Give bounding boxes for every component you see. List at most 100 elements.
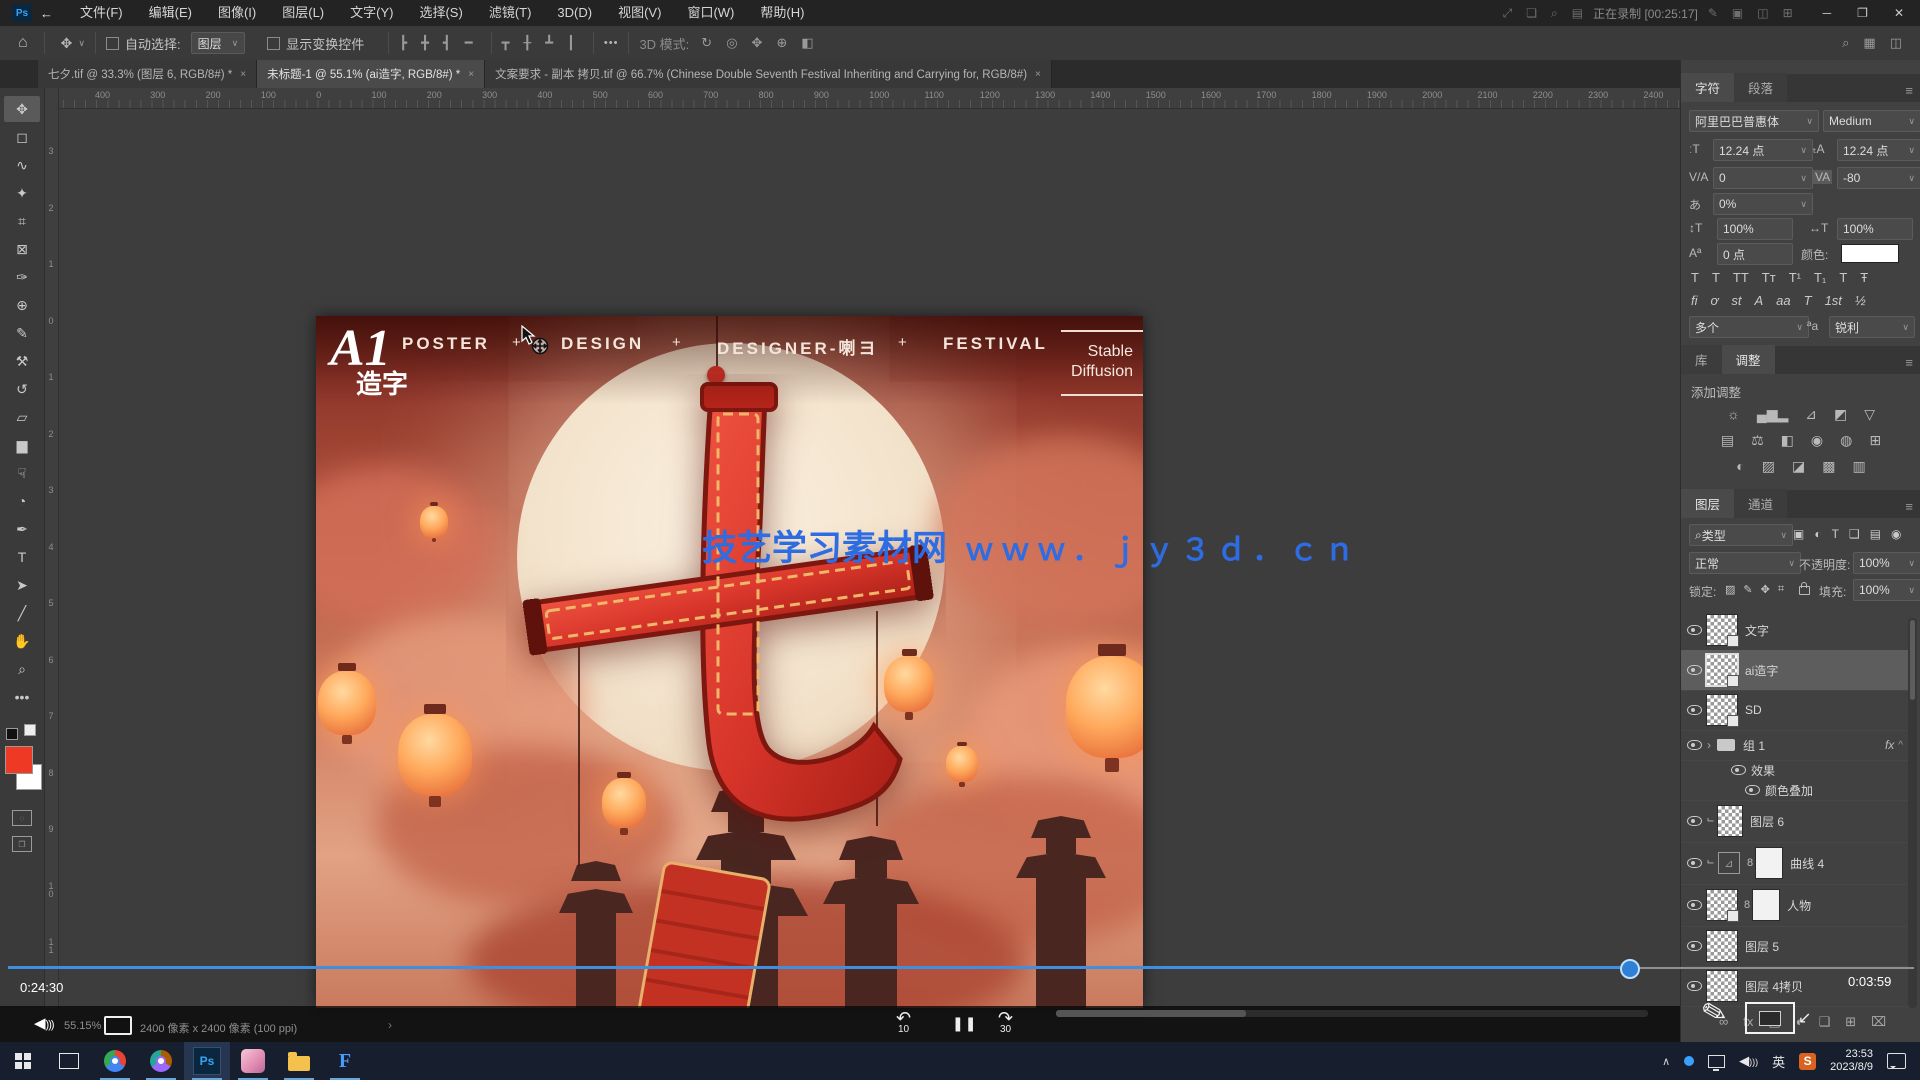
layer-row-effects[interactable]: 效果 bbox=[1681, 760, 1909, 780]
tool-healing-brush[interactable]: ⊕ bbox=[4, 292, 40, 318]
adjustment-icon[interactable]: ⊿ bbox=[1805, 406, 1817, 423]
leading-field[interactable]: 12.24 点∨ bbox=[1837, 139, 1920, 161]
tray-bluetooth-icon[interactable] bbox=[1684, 1056, 1694, 1066]
tab-libraries[interactable]: 库 bbox=[1681, 345, 1722, 374]
video-progress-remaining[interactable] bbox=[1636, 967, 1914, 969]
adjustment-icon[interactable]: ▩ bbox=[1822, 458, 1835, 475]
tool-path-select[interactable]: ➤ bbox=[4, 572, 40, 598]
adjustment-icon[interactable]: ▽ bbox=[1864, 406, 1875, 423]
menu-layer[interactable]: 图层(L) bbox=[269, 0, 337, 26]
menu-3d[interactable]: 3D(D) bbox=[544, 0, 605, 26]
opentype-button[interactable]: 1st bbox=[1825, 293, 1842, 308]
layer-filter-icon[interactable]: ❑ bbox=[1849, 527, 1860, 541]
menu-window[interactable]: 窗口(W) bbox=[674, 0, 747, 26]
tool-eyedropper[interactable]: ✑ bbox=[4, 264, 40, 290]
auto-select-checkbox[interactable] bbox=[106, 37, 119, 50]
align-icon[interactable]: ━ bbox=[465, 35, 473, 51]
layer-thumbnail[interactable] bbox=[1707, 931, 1737, 961]
baseline-shift-field[interactable]: 0 点 bbox=[1717, 243, 1793, 265]
taskbar-browser-icon[interactable] bbox=[138, 1042, 184, 1080]
pause-button[interactable]: ❚❚ bbox=[952, 1015, 977, 1032]
lock-icon[interactable]: ✎ bbox=[1743, 583, 1752, 596]
network-icon[interactable] bbox=[1708, 1055, 1725, 1068]
move-tool-caret[interactable]: ∨ bbox=[78, 38, 85, 49]
distribute-icon[interactable]: ┻ bbox=[545, 35, 553, 51]
tab-close-icon[interactable]: × bbox=[1035, 69, 1041, 80]
more-options-icon[interactable]: ••• bbox=[604, 37, 619, 49]
distribute-icon[interactable]: ┳ bbox=[502, 35, 510, 51]
menu-view[interactable]: 视图(V) bbox=[605, 0, 674, 26]
type-style-button[interactable]: T bbox=[1691, 270, 1699, 285]
visibility-toggle[interactable] bbox=[1681, 740, 1707, 750]
lock-icon[interactable]: ▨ bbox=[1725, 583, 1735, 596]
adjustment-icon[interactable]: ▤ bbox=[1721, 432, 1734, 449]
tsume-field[interactable]: 0%∨ bbox=[1713, 193, 1813, 215]
document-size-status[interactable]: 2400 像素 x 2400 像素 (100 ppi) bbox=[140, 1020, 297, 1036]
visibility-toggle[interactable] bbox=[1681, 981, 1707, 991]
lock-all-icon[interactable] bbox=[1799, 586, 1810, 595]
opentype-button[interactable]: aa bbox=[1776, 293, 1790, 308]
lock-icon[interactable]: ✥ bbox=[1761, 583, 1770, 596]
tab-character[interactable]: 字符 bbox=[1681, 73, 1734, 102]
layer-filter-icon[interactable]: ▤ bbox=[1870, 527, 1881, 541]
fx-collapse-icon[interactable]: ^ bbox=[1898, 740, 1903, 751]
titlebar-icon[interactable]: ▣ bbox=[1732, 6, 1743, 20]
visibility-toggle[interactable] bbox=[1681, 900, 1707, 910]
layer-mask-thumbnail[interactable] bbox=[1753, 890, 1779, 920]
adjustment-icon[interactable]: ⊞ bbox=[1869, 432, 1881, 449]
swap-colors-icon[interactable] bbox=[24, 724, 36, 736]
layer-row-person[interactable]: 8 人物 bbox=[1681, 884, 1909, 927]
tool-crop[interactable]: ⌗ bbox=[4, 208, 40, 234]
layers-bottom-icon[interactable]: ⌧ bbox=[1871, 1014, 1886, 1030]
menu-edit[interactable]: 编辑(E) bbox=[136, 0, 205, 26]
tool-marquee[interactable]: ◻ bbox=[4, 124, 40, 150]
speaker-icon[interactable]: ◀))) bbox=[34, 1014, 54, 1032]
move-tool-icon[interactable]: ✥ bbox=[55, 35, 79, 52]
layer-thumbnail[interactable] bbox=[1718, 806, 1742, 836]
canvas-horizontal-scrollbar[interactable] bbox=[1056, 1010, 1648, 1017]
menu-help[interactable]: 帮助(H) bbox=[747, 0, 817, 26]
text-color-swatch[interactable] bbox=[1841, 244, 1899, 263]
visibility-toggle[interactable] bbox=[1681, 665, 1707, 675]
tool-gradient[interactable]: ▆ bbox=[4, 432, 40, 458]
fill-field[interactable]: 100%∨ bbox=[1853, 579, 1920, 601]
opentype-button[interactable]: st bbox=[1731, 293, 1741, 308]
tool-line[interactable]: ╱ bbox=[4, 600, 40, 626]
layers-bottom-icon[interactable]: ⊞ bbox=[1845, 1014, 1856, 1030]
tab-layers[interactable]: 图层 bbox=[1681, 489, 1734, 518]
home-icon[interactable]: ⌂ bbox=[12, 34, 34, 52]
opentype-button[interactable]: ½ bbox=[1855, 293, 1866, 308]
screen-mode-icon[interactable]: ❐ bbox=[12, 836, 32, 852]
type-style-button[interactable]: TT bbox=[1733, 270, 1749, 285]
start-button[interactable] bbox=[0, 1042, 46, 1080]
tab-close-icon[interactable]: × bbox=[240, 69, 246, 80]
adjustment-icon[interactable]: ◉ bbox=[1811, 432, 1823, 449]
tool-history-brush[interactable]: ↺ bbox=[4, 376, 40, 402]
action-center-icon[interactable] bbox=[1887, 1053, 1906, 1069]
menu-image[interactable]: 图像(I) bbox=[205, 0, 269, 26]
tool-eraser[interactable]: ▱ bbox=[4, 404, 40, 430]
adjustment-icon[interactable]: ▨ bbox=[1762, 458, 1775, 475]
taskbar-image-app-icon[interactable] bbox=[230, 1042, 276, 1080]
layers-scrollbar[interactable] bbox=[1908, 618, 1917, 1008]
tab-channels[interactable]: 通道 bbox=[1734, 489, 1787, 518]
minimize-button[interactable]: ─ bbox=[1823, 6, 1832, 20]
titlebar-icon[interactable]: ⤢ bbox=[1503, 6, 1513, 21]
fx-badge[interactable]: fx bbox=[1885, 738, 1894, 752]
quick-mask-icon[interactable]: ◌ bbox=[12, 810, 32, 826]
3d-mode-icon[interactable]: ✥ bbox=[752, 35, 763, 51]
taskbar-clock[interactable]: 23:53 2023/8/9 bbox=[1830, 1048, 1873, 1074]
opentype-button[interactable]: A bbox=[1754, 293, 1763, 308]
layer-row-color-overlay[interactable]: 颜色叠加 bbox=[1681, 780, 1909, 801]
vertical-ruler[interactable]: 32101234567891011 bbox=[44, 108, 59, 1008]
visibility-toggle[interactable] bbox=[1681, 941, 1707, 951]
visibility-toggle[interactable] bbox=[1681, 705, 1707, 715]
visibility-toggle[interactable] bbox=[1681, 858, 1707, 868]
align-icon[interactable]: ┫ bbox=[443, 35, 451, 51]
layer-row-curves-4[interactable]: ⌐ ⊿ 8 曲线 4 bbox=[1681, 842, 1909, 885]
layer-row-layer-6[interactable]: ⌐ 图层 6 bbox=[1681, 800, 1909, 843]
type-style-button[interactable]: Tᴛ bbox=[1762, 270, 1776, 285]
panel-menu-icon[interactable]: ≡ bbox=[1905, 83, 1913, 102]
adjustment-icon[interactable]: ◩ bbox=[1834, 406, 1847, 423]
adjustment-icon[interactable]: ◐ bbox=[1736, 458, 1744, 475]
